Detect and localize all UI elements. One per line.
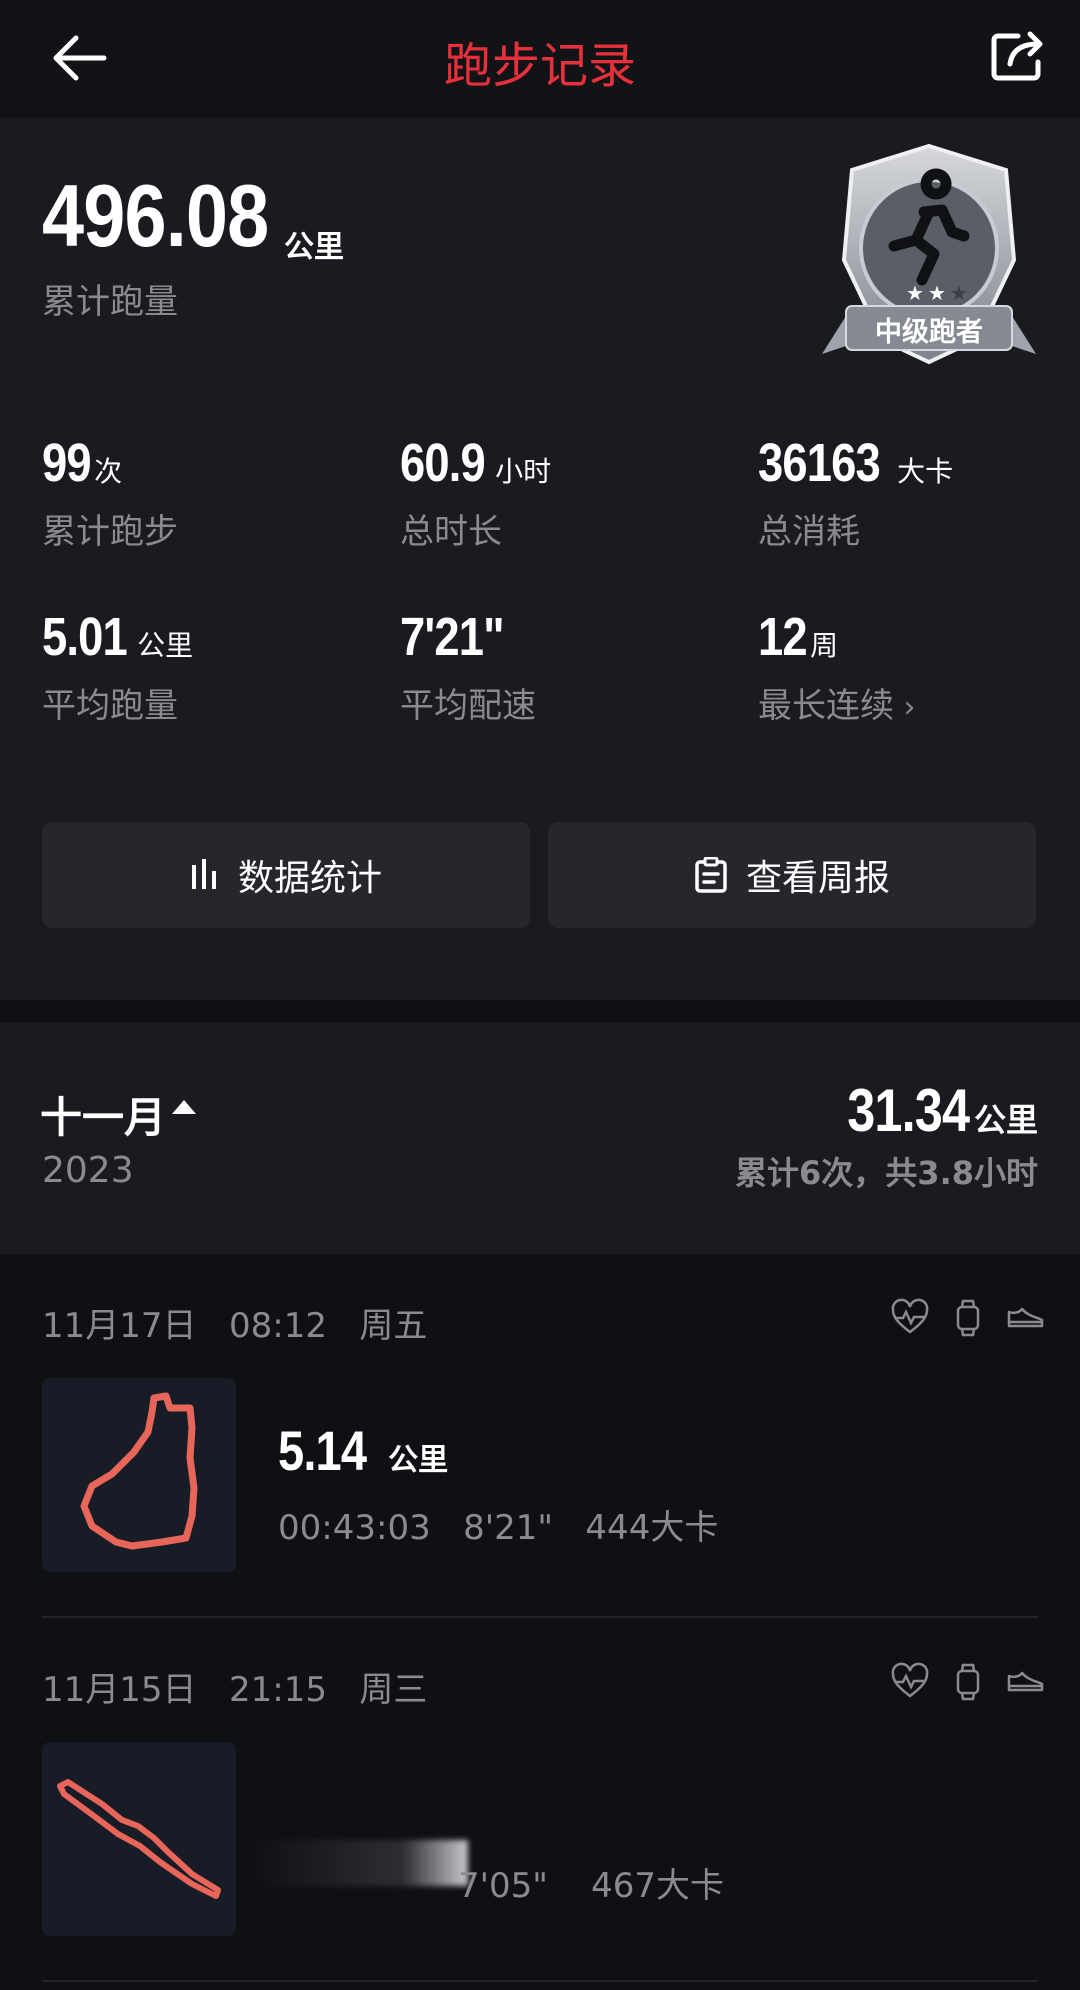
month-summary: 累计6次，共3.8小时: [735, 1154, 1038, 1192]
record-date: 11月17日: [42, 1306, 197, 1346]
record-weekday: 周三: [359, 1670, 428, 1710]
stat-unit: 小时: [495, 455, 552, 488]
caret-up-icon[interactable]: [172, 1100, 196, 1114]
month-header: 十一月 2023 31.34 公里 累计6次，共3.8小时: [0, 1022, 1080, 1254]
stat-value: 60.9: [400, 433, 486, 493]
record-meta: 00:43:03 8'21" 444大卡: [278, 1508, 719, 1548]
record-source-icons: [890, 1662, 1046, 1702]
stat-unit: 大卡: [897, 455, 954, 488]
watch-icon: [948, 1298, 988, 1338]
record-time: 08:12: [228, 1306, 327, 1346]
total-distance-value: 496.08: [42, 166, 269, 265]
record-distance: 5.14 公里: [278, 1418, 448, 1483]
record-meta: 7'05" 467大卡: [458, 1866, 725, 1906]
month-distance: 31.34 公里: [824, 1076, 1038, 1145]
month-distance-unit: 公里: [973, 1101, 1038, 1139]
chevron-right-icon: ›: [894, 690, 916, 725]
stat-label: 总时长: [400, 512, 502, 552]
svg-text:★: ★: [928, 281, 946, 305]
heart-rate-icon: [890, 1662, 930, 1702]
badge-label: 中级跑者: [875, 317, 983, 348]
month-year: 2023: [42, 1150, 134, 1191]
record-datetime: 11月15日 21:15 周三: [42, 1662, 427, 1711]
stat-average-distance: 5.01 公里 平均跑量: [42, 610, 372, 727]
clipboard-icon: [695, 857, 727, 893]
stat-value: 12: [758, 607, 808, 667]
stat-average-pace: 7'21" 平均配速: [400, 610, 730, 727]
bar-chart-icon: [191, 859, 216, 889]
month-selector[interactable]: 十一月: [40, 1084, 166, 1145]
share-icon: [991, 31, 1043, 81]
stat-value: 7'21": [400, 607, 505, 667]
stat-total-runs: 99 次 累计跑步: [42, 436, 372, 553]
data-statistics-button[interactable]: 数据统计: [42, 822, 530, 928]
stat-value: 36163: [758, 433, 881, 493]
total-distance-label: 累计跑量: [42, 282, 178, 322]
route-path-icon: [80, 1392, 198, 1550]
stat-longest-streak[interactable]: 12 周 最长连续 ›: [758, 610, 1080, 727]
shoe-icon: [1006, 1662, 1046, 1702]
data-statistics-label: 数据统计: [237, 858, 382, 899]
page-title: 跑步记录: [443, 38, 636, 94]
route-map-thumbnail: [42, 1378, 236, 1572]
record-distance-unit: 公里: [388, 1443, 449, 1478]
svg-text:★: ★: [950, 281, 968, 305]
stat-unit: 公里: [137, 629, 194, 662]
watch-icon: [948, 1662, 988, 1702]
heart-rate-icon: [890, 1298, 930, 1338]
run-record[interactable]: 11月15日 21:15 周三 7'05" 467大卡: [0, 1618, 1080, 1982]
runner-level-badge[interactable]: ★ ★ ★ 中级跑者: [816, 140, 1042, 376]
share-button[interactable]: [988, 28, 1052, 88]
run-record[interactable]: 11月17日 08:12 周五 5.14 公里 00:43:03 8'21" 4…: [0, 1254, 1080, 1618]
stat-value: 5.01: [42, 607, 128, 667]
record-distance-value: 5.14: [278, 1419, 367, 1482]
stat-total-duration: 60.9 小时 总时长: [400, 436, 730, 553]
record-weekday: 周五: [359, 1306, 428, 1346]
stat-label: 平均配速: [400, 686, 536, 726]
record-datetime: 11月17日 08:12 周五: [42, 1298, 427, 1347]
stat-label: 最长连续: [758, 686, 894, 726]
loading-shimmer: [250, 1840, 468, 1886]
stat-total-calories: 36163 大卡 总消耗: [758, 436, 1080, 553]
month-distance-value: 31.34: [846, 1077, 970, 1144]
summary-panel: 496.08 公里 累计跑量 ★ ★ ★ 中级跑者 99 次 累计跑步 60.9 小…: [0, 118, 1080, 1000]
record-source-icons: [890, 1298, 1046, 1338]
route-path-icon: [57, 1779, 221, 1899]
stat-unit: 周: [810, 629, 839, 662]
svg-text:★: ★: [906, 281, 924, 305]
route-map-thumbnail: [42, 1742, 236, 1936]
weekly-report-label: 查看周报: [745, 858, 890, 899]
stat-label: 累计跑步: [42, 512, 178, 552]
stat-label: 总消耗: [758, 512, 860, 552]
stat-value: 99: [42, 433, 92, 493]
record-time: 21:15: [228, 1670, 327, 1710]
stat-label: 平均跑量: [42, 686, 178, 726]
top-bar: 跑步记录: [0, 0, 1080, 118]
total-distance-unit: 公里: [284, 230, 344, 265]
divider: [42, 1980, 1038, 1982]
stat-unit: 次: [94, 455, 123, 488]
record-date: 11月15日: [42, 1670, 197, 1710]
weekly-report-button[interactable]: 查看周报: [548, 822, 1036, 928]
shoe-icon: [1006, 1298, 1046, 1338]
